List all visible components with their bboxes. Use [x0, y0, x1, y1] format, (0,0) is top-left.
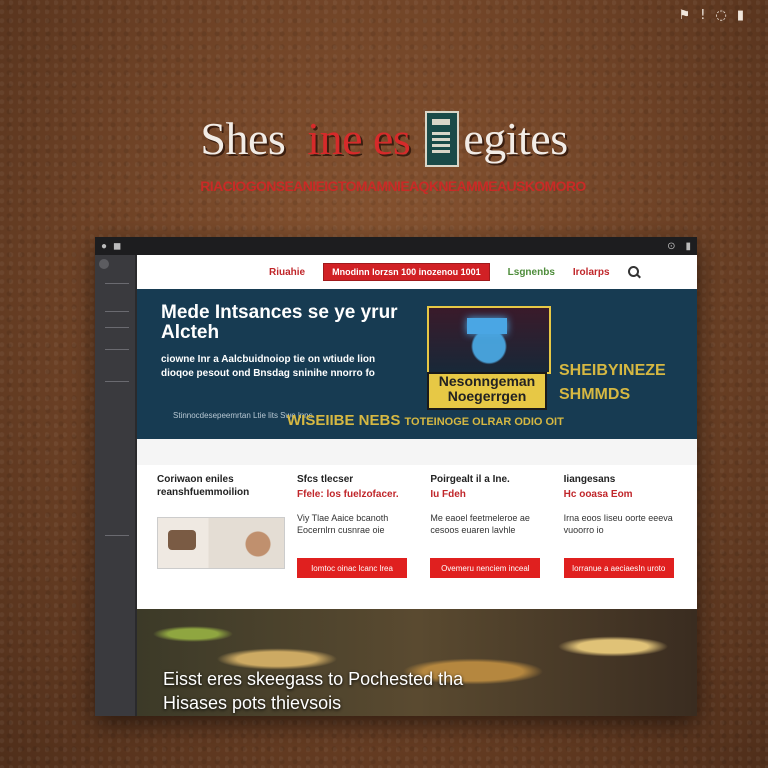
globe-icon[interactable]: ◌ — [716, 8, 727, 23]
card-thumbnail[interactable] — [157, 517, 285, 569]
sidebar-item[interactable] — [105, 327, 129, 328]
banner-strip-small: TOTEINOGE OLRAR ODIO OIT — [404, 416, 564, 428]
banner-side-line1: SHEIBYINEZE — [559, 362, 666, 379]
hero-title: Shes ine es egites — [0, 111, 768, 171]
banner-headline-line2: Alcteh — [161, 322, 220, 343]
search-icon[interactable] — [627, 266, 640, 278]
sidebar-item[interactable] — [105, 349, 129, 350]
banner-image[interactable] — [427, 306, 551, 374]
food-photo-banner[interactable]: Eisst eres skeegass to Pochested tha His… — [137, 609, 697, 716]
hero-title-part2: ine es — [307, 113, 411, 164]
card-body: Viy Tlae Aaice bcanoth Eocernlrn cusnrae… — [297, 513, 389, 535]
site-nav: Riuahie Mnodinn lorzsn 100 inozenou 1001… — [137, 255, 697, 289]
window-sidebar — [95, 255, 135, 716]
sidebar-item[interactable] — [105, 535, 129, 536]
photo-caption: Eisst eres skeegass to Pochested tha His… — [163, 667, 463, 715]
card-body: Me eaoel feetmeleroe ae cesoos euaren la… — [430, 513, 530, 535]
banner-headline-line1: Mede Intsances se ye yrur — [161, 302, 398, 323]
window-tab-icon[interactable]: ◼ — [113, 241, 121, 252]
banner-strip: WISEIIBE NEBS TOTEINOGE OLRAR ODIO OIT — [287, 412, 564, 429]
hero-title-part3: egites — [463, 113, 568, 164]
sidebar-item[interactable] — [105, 283, 129, 284]
hero-subtitle: RIACIOGONSEANIEIGTOMAMNIEAQKNEAMMEAUSKOM… — [200, 178, 586, 194]
sidebar-avatar[interactable] — [99, 259, 109, 269]
hero-banner: Mede Intsances se ye yrur Alcteh ciowne … — [137, 289, 697, 439]
window-menu-icon[interactable]: ● — [101, 241, 107, 252]
card-button[interactable]: Ovemeru nenciem inceal — [430, 558, 541, 578]
nav-link-3[interactable]: Irolarps — [573, 267, 610, 278]
card-title: Iiangesans — [563, 474, 616, 485]
banner-headline: Mede Intsances se ye yrur Alcteh — [161, 303, 398, 343]
feature-card-4[interactable]: Iiangesans Hc ooasa Eom Irna eoos Iiseu … — [563, 473, 685, 611]
lock-icon[interactable]: ▮ — [737, 8, 744, 23]
card-button[interactable]: Iomtoc oinac lcanc lrea — [297, 558, 407, 578]
hero-logo-icon — [425, 111, 460, 168]
card-title: Sfcs tlecser — [297, 474, 354, 485]
banner-paragraph-line1: ciowne Inr a Aalcbuidnoiop tie on wtiude… — [161, 354, 376, 365]
banner-badge[interactable]: Nesonngeman Noegerrgen — [427, 372, 547, 410]
feature-cards: Coriwaon eniles reanshfuemmoilion Sfcs t… — [137, 465, 697, 611]
card-highlight: Ffele: los fuelzofacer. — [297, 489, 399, 500]
pin-icon[interactable]: ! — [700, 8, 705, 23]
browser-window: ● ◼ ⊙ ▮ Riuahie Mnodinn lorzsn 100 inoze… — [95, 237, 697, 716]
card-highlight: Iu Fdeh — [430, 489, 466, 500]
window-close-icon[interactable]: ▮ — [685, 241, 691, 252]
top-icons: ⚑ ! ◌ ▮ — [679, 8, 744, 23]
banner-strip-big: WISEIIBE NEBS — [287, 412, 401, 429]
nav-link-2[interactable]: Lsgnenbs — [508, 267, 555, 278]
card-subtitle: reanshfuemmoilion — [157, 487, 250, 498]
photo-caption-line1: Eisst eres skeegass to Pochested tha — [163, 669, 464, 689]
page-viewport: Riuahie Mnodinn lorzsn 100 inozenou 1001… — [137, 255, 697, 716]
card-button[interactable]: Iorranue a aeciaesIn uroto — [563, 558, 674, 578]
card-body: Irna eoos Iiseu oorte eeeva vuoorro io — [563, 513, 673, 535]
photo-caption-line2: Hisases pots thievsois — [163, 693, 342, 713]
feature-card-3[interactable]: Poirgealt il a Ine. Iu Fdeh Me eaoel fee… — [430, 473, 551, 611]
nav-cta-button[interactable]: Mnodinn lorzsn 100 inozenou 1001 — [323, 263, 490, 281]
card-highlight: Hc ooasa Eom — [563, 489, 633, 500]
card-title: Poirgealt il a Ine. — [430, 474, 510, 485]
window-titlebar: ● ◼ ⊙ ▮ — [95, 237, 697, 255]
banner-paragraph-line2: dioqoe pesout ond Bnsdag sninihe nnorro … — [161, 368, 375, 379]
feature-card-2[interactable]: Sfcs tlecser Ffele: los fuelzofacer. Viy… — [297, 473, 418, 611]
banner-side-line2: SHMMDS — [559, 386, 631, 403]
banner-side-text: SHEIBYINEZE SHMMDS — [559, 359, 666, 407]
card-title: Coriwaon eniles — [157, 474, 234, 485]
nav-link-1[interactable]: Riuahie — [269, 267, 305, 278]
banner-paragraph: ciowne Inr a Aalcbuidnoiop tie on wtiude… — [161, 353, 411, 381]
feature-card-1[interactable]: Coriwaon eniles reanshfuemmoilion — [157, 473, 285, 611]
window-settings-icon[interactable]: ⊙ — [667, 241, 675, 252]
sidebar-item[interactable] — [105, 381, 129, 382]
sidebar-item[interactable] — [105, 311, 129, 312]
flag-icon[interactable]: ⚑ — [679, 8, 691, 23]
hero-title-part1: Shes — [200, 113, 286, 164]
